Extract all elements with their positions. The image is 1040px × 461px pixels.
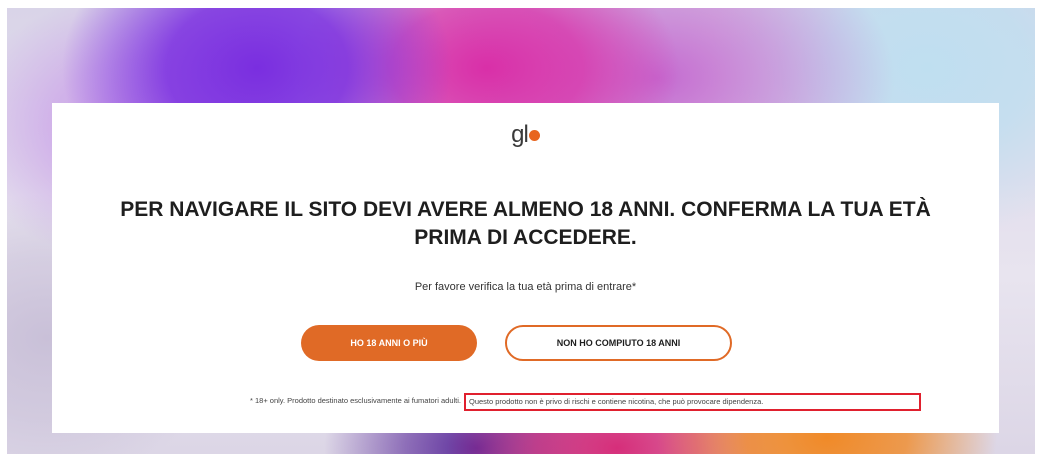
glo-logo: gl xyxy=(52,121,999,149)
hero-background: gl PER NAVIGARE IL SITO DEVI AVERE ALMEN… xyxy=(7,8,1035,454)
age-gate-modal: gl PER NAVIGARE IL SITO DEVI AVERE ALMEN… xyxy=(52,103,999,433)
logo-dot-icon xyxy=(528,130,540,141)
age-gate-headline: PER NAVIGARE IL SITO DEVI AVERE ALMENO 1… xyxy=(120,198,931,249)
confirm-age-button[interactable]: HO 18 ANNI O PIÙ xyxy=(301,325,477,361)
deny-age-button[interactable]: NON HO COMPIUTO 18 ANNI xyxy=(505,325,732,361)
age-gate-subtitle: Per favore verifica la tua età prima di … xyxy=(414,281,637,293)
logo-text: gl xyxy=(511,121,529,148)
disclaimer-text: * 18+ only. Prodotto destinato esclusiva… xyxy=(249,396,461,405)
age-gate-disclaimer: * 18+ only. Prodotto destinato esclusiva… xyxy=(52,393,999,411)
health-warning-highlight: Questo prodotto non è privo di rischi e … xyxy=(464,393,921,411)
